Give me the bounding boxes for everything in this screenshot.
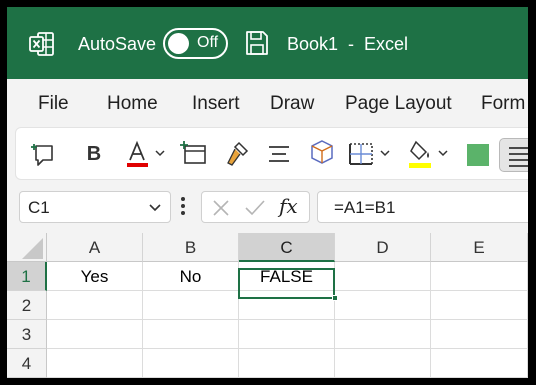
cell-c3[interactable] bbox=[239, 320, 335, 349]
cell-e3[interactable] bbox=[431, 320, 528, 349]
cancel-icon[interactable] bbox=[212, 199, 230, 217]
tab-draw[interactable]: Draw bbox=[270, 93, 314, 115]
cell-style-button[interactable] bbox=[458, 128, 498, 181]
column-header-c[interactable]: C bbox=[239, 233, 335, 262]
formula-bar: C1 fx =A1=B1 bbox=[7, 180, 528, 233]
row-header-4[interactable]: 4 bbox=[7, 349, 47, 378]
column-header-d[interactable]: D bbox=[335, 233, 431, 262]
toggle-knob bbox=[168, 33, 189, 54]
select-all-icon bbox=[22, 238, 43, 259]
fill-color-icon[interactable] bbox=[406, 128, 436, 181]
chevron-down-icon[interactable] bbox=[155, 146, 165, 160]
document-title: Book1 - Excel bbox=[287, 34, 409, 54]
bold-button[interactable]: B bbox=[82, 128, 106, 181]
tab-home[interactable]: Home bbox=[107, 93, 158, 115]
cell-d1[interactable] bbox=[335, 262, 431, 291]
more-options-icon[interactable] bbox=[179, 194, 187, 218]
select-all-button[interactable] bbox=[7, 233, 47, 262]
align-center-icon[interactable] bbox=[266, 128, 292, 181]
active-cell-outline bbox=[238, 268, 335, 299]
row-header-2[interactable]: 2 bbox=[7, 291, 47, 320]
tab-insert[interactable]: Insert bbox=[192, 93, 240, 115]
autosave-state: Off bbox=[197, 34, 219, 51]
excel-window: AutoSave Off Book1 - Excel File Home Ins… bbox=[7, 7, 528, 378]
cell-a2[interactable] bbox=[47, 291, 143, 320]
cell-b1[interactable]: No bbox=[143, 262, 239, 291]
enter-check-icon[interactable] bbox=[244, 199, 266, 217]
fill-handle[interactable] bbox=[332, 295, 338, 301]
tab-page-layout[interactable]: Page Layout bbox=[345, 93, 452, 115]
cell-d2[interactable] bbox=[335, 291, 431, 320]
3d-cube-icon[interactable] bbox=[308, 128, 336, 181]
save-icon[interactable] bbox=[245, 30, 269, 56]
cell-b3[interactable] bbox=[143, 320, 239, 349]
cell-e2[interactable] bbox=[431, 291, 528, 320]
insert-comment-icon[interactable] bbox=[179, 128, 209, 181]
ribbon-tabs: File Home Insert Draw Page Layout Form bbox=[7, 79, 528, 127]
chevron-down-icon[interactable] bbox=[380, 146, 390, 160]
row-header-3[interactable]: 3 bbox=[7, 320, 47, 349]
row-header-1[interactable]: 1 bbox=[7, 262, 47, 291]
column-header-a[interactable]: A bbox=[47, 233, 143, 262]
column-header-e[interactable]: E bbox=[431, 233, 528, 262]
cell-b4[interactable] bbox=[143, 349, 239, 378]
align-left-icon bbox=[509, 147, 528, 167]
comment-icon[interactable] bbox=[30, 128, 58, 181]
formula-text: =A1=B1 bbox=[334, 198, 396, 217]
cell-d3[interactable] bbox=[335, 320, 431, 349]
formula-input[interactable]: =A1=B1 bbox=[317, 191, 528, 223]
cell-d4[interactable] bbox=[335, 349, 431, 378]
green-swatch-icon bbox=[467, 143, 489, 166]
chevron-down-icon[interactable] bbox=[148, 202, 162, 214]
borders-icon[interactable] bbox=[346, 128, 376, 181]
formula-buttons: fx bbox=[201, 191, 310, 223]
autosave-toggle[interactable]: Off bbox=[163, 28, 228, 59]
name-box-value: C1 bbox=[28, 198, 50, 217]
chevron-down-icon[interactable] bbox=[438, 146, 448, 160]
column-header-b[interactable]: B bbox=[143, 233, 239, 262]
name-box[interactable]: C1 bbox=[19, 191, 171, 223]
align-left-button[interactable] bbox=[499, 138, 528, 172]
title-bar: AutoSave Off Book1 - Excel bbox=[7, 7, 528, 79]
cell-a4[interactable] bbox=[47, 349, 143, 378]
cell-e1[interactable] bbox=[431, 262, 528, 291]
cell-c4[interactable] bbox=[239, 349, 335, 378]
excel-logo-icon[interactable] bbox=[29, 31, 55, 57]
format-painter-icon[interactable] bbox=[223, 128, 251, 181]
ribbon-toolbar: B bbox=[15, 127, 528, 180]
cell-a1[interactable]: Yes bbox=[47, 262, 143, 291]
tab-formulas[interactable]: Form bbox=[481, 93, 525, 115]
autosave-label: AutoSave bbox=[78, 34, 157, 54]
tab-file[interactable]: File bbox=[38, 93, 69, 115]
insert-function-button[interactable]: fx bbox=[279, 194, 298, 218]
worksheet-grid: A B C D E 1 2 3 4 Yes No FALSE bbox=[7, 233, 528, 378]
font-color-icon[interactable] bbox=[124, 128, 154, 181]
cell-b2[interactable] bbox=[143, 291, 239, 320]
cell-a3[interactable] bbox=[47, 320, 143, 349]
cell-e4[interactable] bbox=[431, 349, 528, 378]
